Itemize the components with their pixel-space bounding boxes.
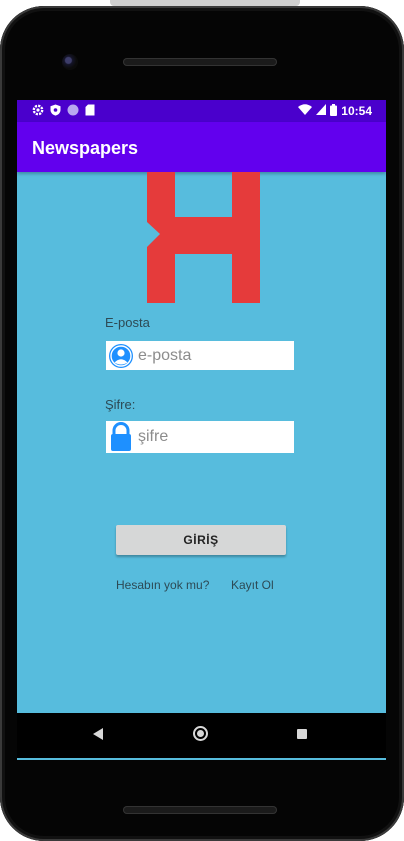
status-bar: 10:54: [17, 100, 386, 122]
signal-icon: [316, 104, 327, 118]
status-time: 10:54: [341, 104, 372, 118]
wifi-icon: [298, 104, 313, 118]
password-input[interactable]: [138, 428, 288, 446]
battery-icon: [330, 103, 338, 119]
email-field[interactable]: [106, 341, 294, 370]
gear-icon: [32, 104, 44, 119]
no-account-text: Hesabın yok mu?: [116, 578, 210, 592]
account-circle-icon: [108, 343, 134, 369]
recent-apps-icon[interactable]: [297, 729, 307, 739]
email-label: E-posta: [105, 315, 150, 330]
app-title: Newspapers: [32, 138, 139, 158]
logo-h-icon: [147, 172, 262, 303]
back-icon[interactable]: [93, 728, 103, 740]
lock-icon: [108, 422, 134, 451]
password-label: Şifre:: [105, 397, 136, 412]
top-speaker: [123, 58, 277, 66]
circle-icon: [67, 104, 79, 119]
password-field[interactable]: [106, 421, 294, 453]
sd-card-icon: [85, 104, 95, 119]
email-input[interactable]: [138, 346, 288, 365]
screen: 10:54 Newspapers E-posta Şifre:: [17, 100, 386, 760]
navigation-bar: [17, 713, 386, 758]
front-camera: [62, 54, 78, 70]
shield-icon: [50, 104, 61, 119]
phone-top-edge: [110, 0, 300, 6]
bottom-speaker: [123, 806, 277, 814]
login-button[interactable]: GİRİŞ: [116, 525, 286, 555]
app-bar: Newspapers: [17, 122, 386, 172]
home-icon[interactable]: [193, 726, 208, 741]
register-link[interactable]: Kayıt Ol: [231, 578, 274, 592]
